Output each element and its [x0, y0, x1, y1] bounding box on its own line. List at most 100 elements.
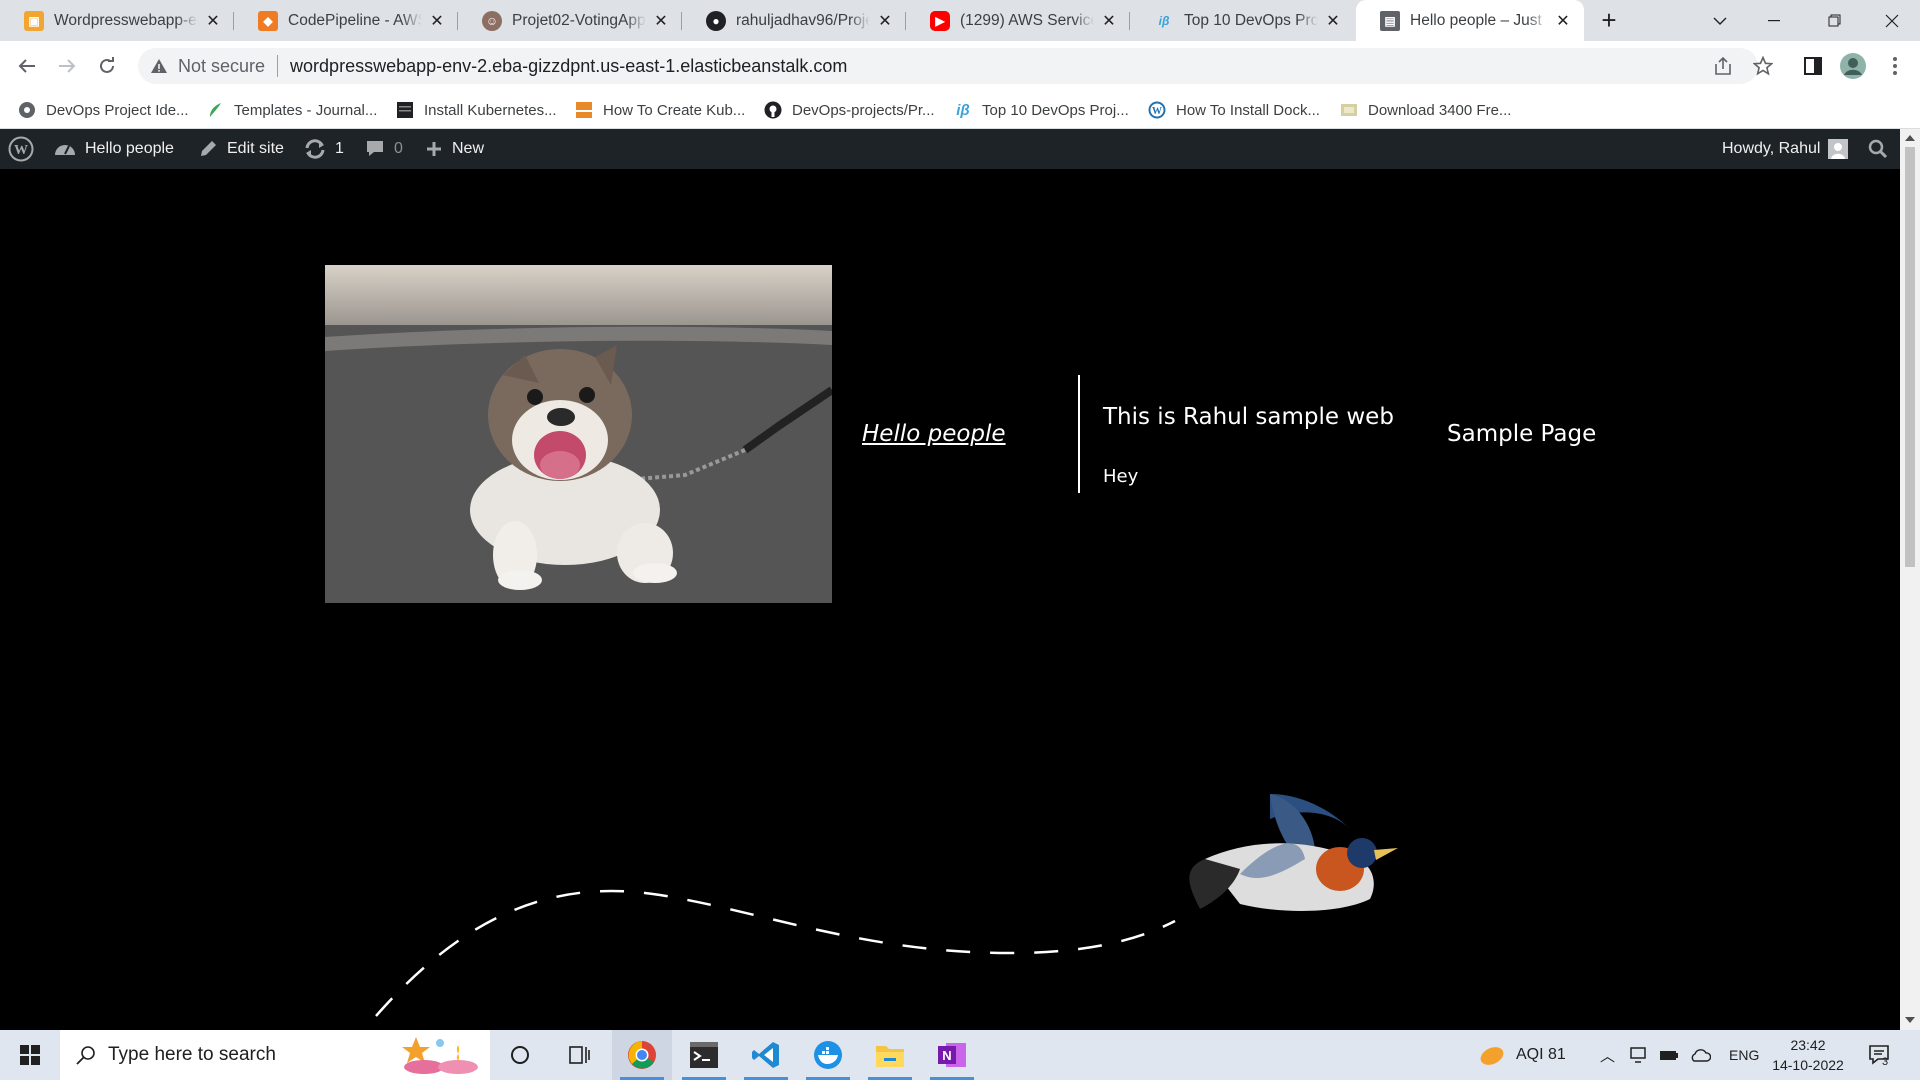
tab-devops-projects[interactable]: iβ Top 10 DevOps Projects ✕ [1130, 0, 1354, 41]
restore-button[interactable] [1806, 0, 1862, 41]
bookmark-item[interactable]: DevOps Project Ide... [18, 100, 189, 120]
cortana-button[interactable] [490, 1030, 550, 1080]
ib-icon: iβ [956, 101, 970, 119]
back-arrow-icon [18, 59, 35, 73]
file-explorer-icon [876, 1046, 904, 1067]
bookmark-item[interactable]: iβ Top 10 DevOps Proj... [954, 100, 1128, 120]
new-tab-button[interactable]: + [1596, 7, 1622, 34]
chrome-web-icon [18, 101, 36, 119]
tab-search-button[interactable] [1692, 0, 1748, 41]
task-view-button[interactable] [550, 1030, 610, 1080]
youtube-icon: ▶ [930, 10, 950, 31]
forward-button[interactable] [52, 51, 82, 81]
bookmark-item[interactable]: How To Create Kub... [575, 100, 745, 120]
back-button[interactable] [12, 51, 42, 81]
close-icon[interactable]: ✕ [1554, 11, 1572, 31]
search-icon [76, 1046, 95, 1065]
bookmark-label: How To Create Kub... [603, 101, 746, 119]
bookmark-item[interactable]: Templates - Journal... [206, 100, 377, 120]
ib-icon: iβ [1158, 13, 1170, 28]
bookmark-item[interactable]: DevOps-projects/Pr... [764, 100, 935, 120]
share-icon [1715, 57, 1731, 75]
tab-votingapp[interactable]: ☺ Projet02-VotingApp-python ✕ [458, 0, 682, 41]
wp-site-name[interactable]: Hello people [54, 129, 174, 169]
taskbar-search[interactable]: Type here to search [60, 1030, 490, 1080]
bookmark-item[interactable]: Install Kubernetes... [396, 100, 557, 120]
start-button[interactable] [0, 1030, 60, 1080]
docker-icon [814, 1041, 842, 1069]
wp-search[interactable] [1868, 129, 1888, 169]
wp-my-account[interactable]: Howdy, Rahul [1722, 129, 1849, 169]
bookmark-label: How To Install Dock... [1176, 101, 1320, 119]
tab-codepipeline[interactable]: ◆ CodePipeline - AWS Developer Tools ✕ [234, 0, 458, 41]
wordpress-icon: W [8, 136, 34, 162]
taskbar-file-explorer[interactable] [860, 1030, 920, 1080]
weather-widget[interactable]: AQI 81 [1478, 1030, 1566, 1080]
notifications-button[interactable]: 3 [1868, 1030, 1892, 1080]
bookmark-star-button[interactable] [1750, 53, 1776, 79]
svg-text:W: W [1152, 106, 1162, 117]
wp-edit-site[interactable]: Edit site [198, 129, 284, 169]
onedrive-icon[interactable] [1689, 1047, 1712, 1063]
share-button[interactable] [1710, 53, 1736, 79]
flight-path-decoration [375, 794, 1398, 1017]
orange-page-icon [575, 101, 593, 119]
tab-github[interactable]: ● rahuljadhav96/Projects ✕ [682, 0, 906, 41]
tab-title: Top 10 DevOps Projects [1184, 11, 1318, 29]
taskbar-docker[interactable] [798, 1030, 858, 1080]
browser-toolbar: Not secure wordpresswebapp-env-2.eba-giz… [0, 41, 1920, 91]
close-icon[interactable]: ✕ [652, 11, 670, 31]
taskbar-vscode[interactable] [736, 1030, 796, 1080]
close-window-button[interactable] [1864, 0, 1920, 41]
url-text[interactable]: wordpresswebapp-env-2.eba-gizzdpnt.us-ea… [290, 56, 847, 77]
close-icon[interactable]: ✕ [1100, 11, 1118, 31]
kebab-menu-icon [1893, 57, 1897, 75]
tab-hello-people[interactable]: ▤ Hello people – Just another WordPress … [1356, 0, 1584, 41]
side-panel-button[interactable] [1800, 53, 1826, 79]
taskbar-chrome[interactable] [612, 1030, 672, 1080]
security-label[interactable]: Not secure [178, 56, 265, 77]
wp-new-content[interactable]: New [425, 129, 484, 169]
bookmark-item[interactable]: Download 3400 Fre... [1340, 100, 1511, 120]
scroll-up-arrow-icon[interactable] [1905, 135, 1915, 141]
edit-site-label: Edit site [227, 140, 284, 157]
scroll-down-arrow-icon[interactable] [1905, 1017, 1915, 1023]
chevron-up-icon[interactable]: ︿ [1600, 1045, 1615, 1066]
minimize-button[interactable] [1746, 0, 1802, 41]
clock[interactable]: 23:42 14-10-2022 [1768, 1030, 1848, 1080]
taskbar-onenote[interactable]: N [922, 1030, 982, 1080]
network-icon[interactable] [1629, 1046, 1649, 1064]
close-icon[interactable]: ✕ [876, 11, 894, 31]
warning-icon[interactable] [150, 58, 168, 74]
avatar-icon [1840, 53, 1866, 79]
tab-wordpresswebapp[interactable]: ▣ Wordpresswebapp-env ✕ [0, 0, 234, 41]
page-scrollbar[interactable] [1900, 129, 1920, 1030]
menu-button[interactable] [1882, 53, 1908, 79]
wp-updates[interactable]: 1 [304, 129, 344, 169]
close-icon[interactable]: ✕ [204, 11, 222, 31]
tab-title: Wordpresswebapp-env [54, 11, 198, 29]
bookmark-item[interactable]: W How To Install Dock... [1148, 100, 1320, 120]
wp-logo-menu[interactable]: W [8, 129, 34, 169]
wp-comments[interactable]: 0 [365, 129, 403, 169]
language-indicator[interactable]: ENG [1729, 1047, 1759, 1063]
taskbar-terminal[interactable] [674, 1030, 734, 1080]
plus-icon [425, 140, 443, 158]
system-tray-icons[interactable]: ︿ ENG [1600, 1030, 1759, 1080]
onenote-icon: N [938, 1043, 966, 1067]
windows-icon [20, 1045, 40, 1065]
updates-count: 1 [335, 140, 344, 157]
svg-text:N: N [942, 1048, 951, 1063]
reload-button[interactable] [92, 51, 122, 81]
battery-icon[interactable] [1659, 1048, 1679, 1062]
profile-button[interactable] [1840, 53, 1866, 79]
scrollbar-thumb[interactable] [1905, 147, 1915, 567]
vscode-icon [752, 1042, 779, 1068]
tab-youtube[interactable]: ▶ (1299) AWS Services | YouTube ✕ [906, 0, 1130, 41]
tab-title: CodePipeline - AWS Developer Tools [288, 11, 422, 29]
close-icon[interactable]: ✕ [428, 11, 446, 31]
address-bar[interactable]: Not secure wordpresswebapp-env-2.eba-giz… [138, 48, 1758, 84]
clock-date: 14-10-2022 [1772, 1057, 1844, 1073]
close-icon[interactable]: ✕ [1324, 11, 1342, 31]
github-icon: ● [706, 10, 726, 31]
